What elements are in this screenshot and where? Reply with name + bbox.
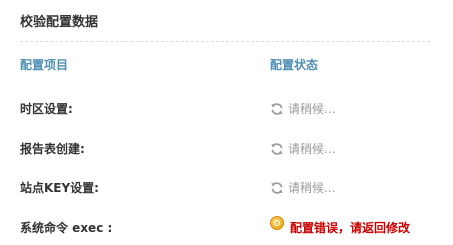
config-row-site-key: 站点KEY设置: 请稍候... xyxy=(0,177,453,197)
config-row-report-table: 报告表创建: 请稍候... xyxy=(0,138,453,158)
config-row-exec: 系统命令 exec : 配置错误，请返回修改 xyxy=(0,216,453,237)
status-text: 请稍候... xyxy=(288,101,336,116)
row-label: 站点KEY设置: xyxy=(20,181,99,195)
error-icon xyxy=(270,216,284,230)
row-label: 报告表创建: xyxy=(20,142,85,156)
row-status: 请稍候... xyxy=(270,138,335,158)
refresh-icon xyxy=(270,141,284,155)
column-header-item: 配置项目 xyxy=(20,58,69,72)
row-status: 请稍候... xyxy=(270,98,335,118)
row-status: 请稍候... xyxy=(270,177,335,197)
section-title: 校验配置数据 xyxy=(20,15,99,30)
row-status: 配置错误，请返回修改 xyxy=(270,216,411,237)
status-text: 请稍候... xyxy=(288,141,336,156)
dashed-divider xyxy=(20,41,430,42)
error-message: 配置错误，请返回修改 xyxy=(290,220,411,235)
refresh-icon xyxy=(270,180,284,194)
column-header-status: 配置状态 xyxy=(270,58,319,72)
config-row-timezone: 时区设置: 请稍候... xyxy=(0,98,453,118)
row-label: 时区设置: xyxy=(20,102,73,116)
row-label: 系统命令 exec : xyxy=(20,221,113,235)
status-text: 请稍候... xyxy=(288,180,336,195)
refresh-icon xyxy=(270,101,284,115)
